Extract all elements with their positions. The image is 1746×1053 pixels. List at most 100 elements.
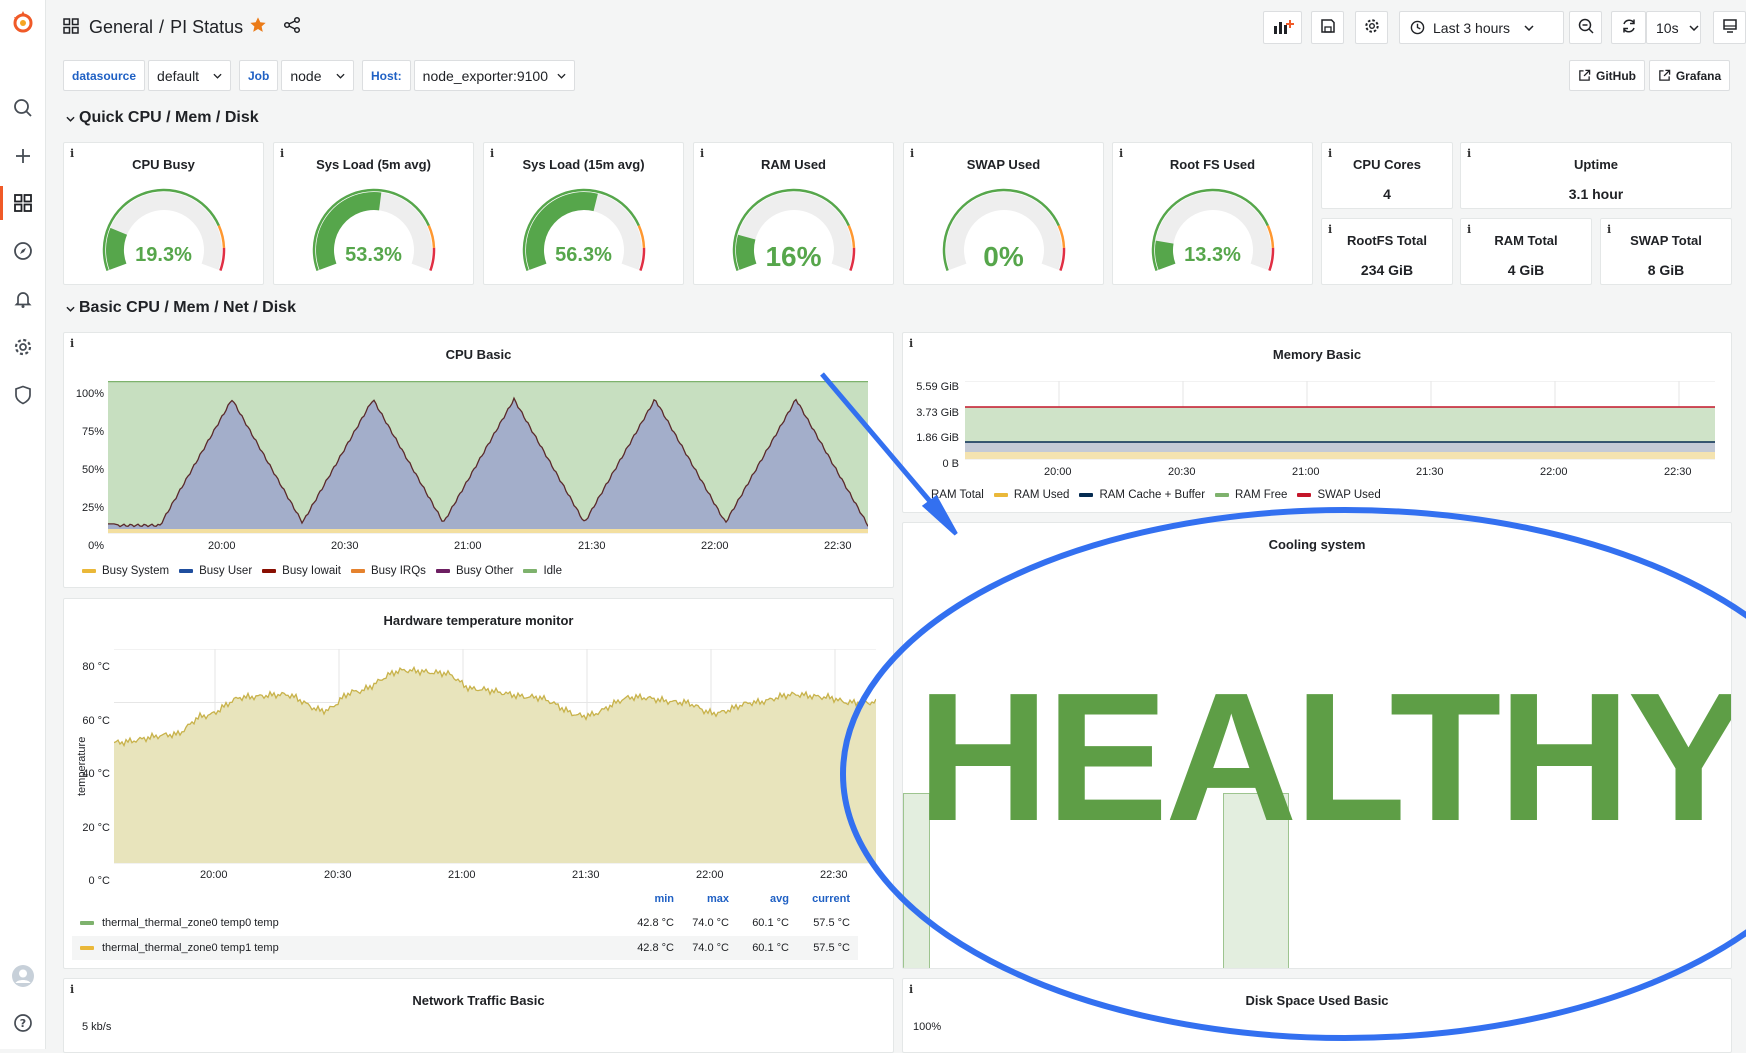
legend-swatch <box>1079 493 1094 497</box>
breadcrumb-folder[interactable]: General <box>89 17 153 38</box>
dashboard-settings-button[interactable] <box>1355 11 1388 44</box>
memory-basic-graph[interactable] <box>965 381 1715 486</box>
stat-value: 234 GiB <box>1360 262 1414 278</box>
temperature-graph[interactable] <box>114 649 876 877</box>
dashboard-navbar: General / PI Status Last 3 hours 10s <box>46 0 1746 58</box>
x-tick-label: 20:30 <box>1168 466 1196 478</box>
dashboard-title[interactable]: PI Status <box>170 17 243 38</box>
monitor-icon <box>1722 18 1738 37</box>
legend-swatch <box>993 493 1008 497</box>
stat-panel-rootfs-total[interactable]: i RootFS Total 234 GiB <box>1321 218 1453 285</box>
legend-item[interactable]: Busy System <box>82 565 169 577</box>
panel-hardware-temperature[interactable]: Hardware temperature monitor temperature… <box>63 598 894 969</box>
y-tick-label: 100% <box>75 388 104 400</box>
star-icon[interactable] <box>249 16 267 39</box>
stat-panel-cpu-cores[interactable]: i CPU Cores 4 <box>1321 142 1453 209</box>
panel-network-traffic[interactable]: i Network Traffic Basic 5 kb/s <box>63 978 894 1053</box>
search-icon[interactable] <box>0 92 46 124</box>
x-tick-label: 22:00 <box>1540 466 1568 478</box>
y-tick-label: 40 °C <box>82 768 110 780</box>
alerting-bell-icon[interactable] <box>0 283 46 315</box>
grafana-link-label: Grafana <box>1675 68 1722 83</box>
gauge-panel-sys-load-5m-avg[interactable]: i Sys Load (5m avg) 53.3% <box>273 142 474 285</box>
chevron-down-icon <box>1689 24 1699 31</box>
legend-column-header[interactable]: current <box>800 893 850 905</box>
legend-item[interactable]: Busy IRQs <box>350 565 426 577</box>
gauge-panel-ram-used[interactable]: i RAM Used 16% <box>693 142 894 285</box>
user-avatar-icon[interactable] <box>0 960 46 992</box>
legend-label: RAM Used <box>1013 489 1070 501</box>
legend-item[interactable]: Busy Other <box>435 565 513 577</box>
y-tick-label: 80 °C <box>82 661 110 673</box>
save-dashboard-button[interactable] <box>1311 11 1344 44</box>
y-tick-label: 20 °C <box>82 821 110 834</box>
view-mode-button[interactable] <box>1713 11 1746 44</box>
x-tick-label: 21:30 <box>572 869 600 881</box>
legend-label: thermal_thermal_zone0 temp1 temp <box>102 942 279 954</box>
shield-icon[interactable] <box>0 379 46 411</box>
gauge-panel-cpu-busy[interactable]: i CPU Busy 19.3% <box>63 142 264 285</box>
external-link-icon <box>1658 69 1671 82</box>
legend-item[interactable]: RAM Total <box>931 489 984 501</box>
datasource-select[interactable]: default <box>148 60 232 91</box>
add-panel-button[interactable] <box>1263 11 1302 44</box>
legend-label: RAM Total <box>931 489 984 501</box>
host-select[interactable]: node_exporter:9100 <box>413 60 575 91</box>
panel-cpu-basic[interactable]: i CPU Basic 100% 75% 50% 25% 0% Busy Sys… <box>63 332 894 588</box>
legend-swatch <box>435 569 450 573</box>
y-tick-label: 5 kb/s <box>82 1021 112 1033</box>
variable-host: Host: node_exporter:9100 <box>362 60 575 91</box>
gauge-panel-root-fs-used[interactable]: i Root FS Used 13.3% <box>1112 142 1313 285</box>
legend-swatch <box>1215 493 1230 497</box>
job-select[interactable]: node <box>281 60 354 91</box>
x-tick-label: 21:30 <box>578 540 606 552</box>
configuration-gear-icon[interactable] <box>0 331 46 363</box>
x-tick-label: 22:30 <box>1664 466 1692 478</box>
grafana-link[interactable]: Grafana <box>1649 60 1730 91</box>
legend-column-header[interactable]: max <box>679 893 729 905</box>
breadcrumb: General / PI Status <box>89 17 243 38</box>
legend-label: Busy IRQs <box>370 565 426 577</box>
refresh-button[interactable] <box>1611 11 1646 44</box>
legend-column-header[interactable]: min <box>624 893 674 905</box>
github-link-label: GitHub <box>1596 68 1636 83</box>
zoom-out-button[interactable] <box>1569 11 1602 44</box>
stat-panel-swap-total[interactable]: i SWAP Total 8 GiB <box>1600 218 1732 285</box>
variable-label: Host: <box>362 60 411 91</box>
y-tick-label: 5.59 GiB <box>916 381 959 393</box>
gear-icon <box>1364 18 1380 37</box>
stat-panel-ram-total[interactable]: i RAM Total 4 GiB <box>1460 218 1592 285</box>
github-link[interactable]: GitHub <box>1569 60 1645 91</box>
cpu-basic-graph[interactable] <box>108 381 868 538</box>
grafana-logo-icon[interactable] <box>0 6 46 38</box>
panel-disk-space-used[interactable]: i Disk Space Used Basic 100% <box>902 978 1732 1053</box>
stat-panel-uptime[interactable]: i Uptime 3.1 hour <box>1460 142 1732 209</box>
legend-item[interactable]: Idle <box>523 565 562 577</box>
legend-item[interactable]: RAM Used <box>993 489 1070 501</box>
explore-compass-icon[interactable] <box>0 235 46 267</box>
variable-label: Job <box>239 60 279 91</box>
panel-cooling-system[interactable]: Cooling system HEALTHY <box>902 522 1732 969</box>
dashboards-icon[interactable] <box>0 187 46 219</box>
time-range-label: Last 3 hours <box>1433 19 1511 36</box>
help-icon[interactable]: ? <box>0 1007 46 1039</box>
legend-column-header[interactable]: avg <box>739 893 789 905</box>
legend-item[interactable]: Busy Iowait <box>262 565 341 577</box>
gauge-panel-swap-used[interactable]: i SWAP Used 0% <box>903 142 1104 285</box>
legend-item[interactable]: RAM Cache + Buffer <box>1079 489 1205 501</box>
share-icon[interactable] <box>283 16 301 39</box>
row-basic-cpu-mem-net-disk[interactable]: Basic CPU / Mem / Net / Disk <box>66 299 296 317</box>
panel-title: SWAP Total <box>1630 233 1702 248</box>
panel-memory-basic[interactable]: i Memory Basic 5.59 GiB 3.73 GiB 1.86 Gi… <box>902 332 1732 513</box>
plus-icon[interactable] <box>0 140 46 172</box>
time-range-picker[interactable]: Last 3 hours <box>1399 11 1564 44</box>
legend-item[interactable]: Busy User <box>179 565 252 577</box>
legend-item[interactable]: SWAP Used <box>1297 489 1381 501</box>
panel-title: RootFS Total <box>1347 233 1427 248</box>
legend-item[interactable]: RAM Free <box>1215 489 1287 501</box>
refresh-interval-picker[interactable]: 10s <box>1646 11 1701 44</box>
gauge-panel-sys-load-15m-avg[interactable]: i Sys Load (15m avg) 56.3% <box>483 142 684 285</box>
row-quick-cpu-mem-disk[interactable]: Quick CPU / Mem / Disk <box>66 109 259 127</box>
panel-title: RAM Total <box>1494 233 1558 248</box>
y-axis: 5.59 GiB 3.73 GiB 1.86 GiB 0 B <box>903 375 959 477</box>
